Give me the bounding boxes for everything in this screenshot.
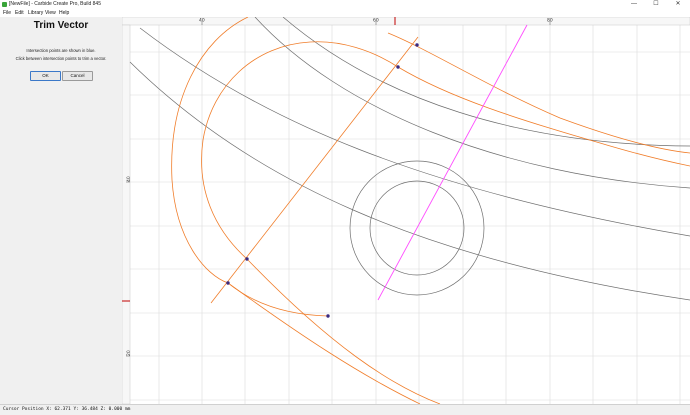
maximize-button[interactable]: ☐ — [648, 0, 664, 9]
menu-bar: File Edit Library View Help — [0, 9, 690, 17]
orange-arc-lowest[interactable] — [246, 258, 441, 404]
left-ruler — [122, 24, 131, 404]
panel-title: Trim Vector — [33, 20, 89, 31]
cursor-position: Cursor Position X: 62.371 Y: 36.484 Z: 0… — [3, 407, 131, 412]
gray-arc-top[interactable] — [282, 17, 690, 147]
intersection-point[interactable] — [245, 257, 249, 261]
gray-arc-outer[interactable] — [129, 61, 690, 301]
top-tick-label: 80 — [547, 18, 553, 24]
cancel-button[interactable]: Cancel — [62, 71, 93, 81]
top-tick-label: 60 — [373, 18, 379, 24]
intersection-points — [226, 43, 419, 318]
intersection-point[interactable] — [396, 65, 400, 69]
orange-arc-right-lower[interactable] — [397, 66, 690, 167]
close-button[interactable]: ✕ — [670, 0, 686, 9]
intersection-point[interactable] — [415, 43, 419, 47]
grid — [130, 25, 690, 404]
menu-library[interactable]: Library — [27, 9, 44, 17]
instruction-line-1: Intersection points are shown in blue. — [26, 48, 96, 53]
minimize-button[interactable]: — — [626, 0, 642, 9]
top-ruler — [122, 17, 690, 26]
orange-vectors — [171, 17, 690, 404]
window-title: [NewFile] - Carbide Create Pro, Build 84… — [9, 1, 101, 7]
instruction-line-2: Click between intersection points to tri… — [15, 56, 107, 61]
intersection-point[interactable] — [226, 281, 230, 285]
trim-vector-panel: Trim Vector Intersection points are show… — [0, 17, 122, 404]
menu-edit[interactable]: Edit — [14, 9, 25, 17]
title-bar: [NewFile] - Carbide Create Pro, Build 84… — [0, 0, 690, 9]
left-tick-label: 20 — [126, 350, 132, 356]
design-canvas[interactable]: 40 60 80 40 20 — [122, 17, 690, 404]
orange-arc-outer-left[interactable] — [171, 17, 249, 284]
menu-file[interactable]: File — [2, 9, 12, 17]
status-bar: Cursor Position X: 62.371 Y: 36.484 Z: 0… — [0, 404, 690, 415]
app-icon — [2, 2, 7, 7]
ok-button[interactable]: OK — [30, 71, 61, 81]
orange-diagonal-line[interactable] — [210, 36, 419, 304]
intersection-point[interactable] — [326, 314, 330, 318]
orange-arc-bottom[interactable] — [227, 282, 329, 317]
orange-arc-right-upper[interactable] — [387, 32, 690, 154]
top-tick-label: 40 — [199, 18, 205, 24]
app-window: [NewFile] - Carbide Create Pro, Build 84… — [0, 0, 690, 415]
menu-help[interactable]: Help — [58, 9, 70, 17]
gray-vectors — [129, 17, 690, 301]
left-tick-label: 40 — [126, 176, 132, 182]
gray-arc-inner[interactable] — [139, 27, 690, 237]
menu-view[interactable]: View — [44, 9, 57, 17]
